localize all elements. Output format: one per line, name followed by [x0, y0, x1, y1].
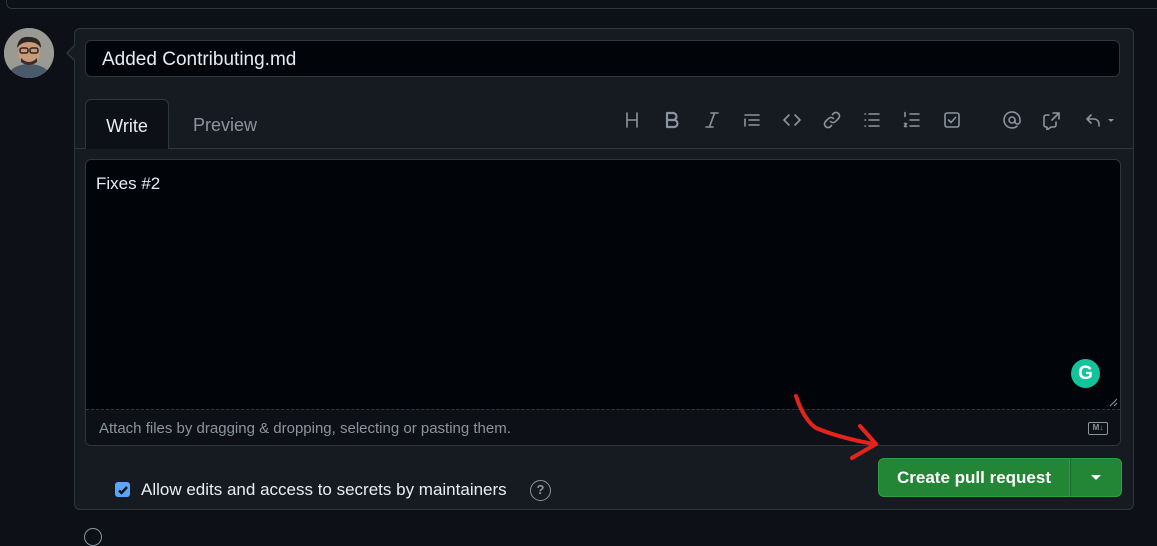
reply-icon[interactable]: [1080, 107, 1118, 133]
italic-icon[interactable]: [699, 107, 725, 133]
unordered-list-icon[interactable]: [859, 107, 885, 133]
code-icon[interactable]: [779, 107, 805, 133]
quote-icon[interactable]: [739, 107, 765, 133]
avatar[interactable]: [4, 28, 54, 78]
ordered-list-icon[interactable]: [899, 107, 925, 133]
title-input[interactable]: Added Contributing.md: [85, 40, 1120, 77]
link-icon[interactable]: [819, 107, 845, 133]
heading-icon[interactable]: [619, 107, 645, 133]
help-icon[interactable]: ?: [530, 480, 551, 501]
attach-files-hint: Attach files by dragging & dropping, sel…: [99, 420, 511, 437]
caret-down-icon: [1091, 475, 1101, 480]
tab-write[interactable]: Write: [85, 99, 169, 149]
editor-content[interactable]: Fixes #2: [96, 174, 160, 194]
grammarly-icon[interactable]: G: [1071, 359, 1100, 388]
bold-icon[interactable]: [659, 107, 685, 133]
attach-files-bar[interactable]: Attach files by dragging & dropping, sel…: [86, 409, 1120, 445]
reference-icon[interactable]: [1039, 107, 1065, 133]
task-list-icon[interactable]: [939, 107, 965, 133]
create-pull-request-button[interactable]: Create pull request: [878, 458, 1070, 497]
create-options-dropdown[interactable]: [1070, 458, 1122, 497]
maintainer-edits-label[interactable]: Allow edits and access to secrets by mai…: [141, 480, 507, 500]
comment-editor[interactable]: Fixes #2 G Attach files by dragging & dr…: [85, 159, 1121, 446]
markdown-icon[interactable]: M↓: [1088, 422, 1108, 435]
red-arrow-annotation: [794, 394, 878, 460]
panel-pointer-inner: [68, 46, 75, 60]
tab-preview[interactable]: Preview: [180, 99, 270, 149]
resize-handle-icon[interactable]: [1109, 398, 1118, 407]
top-strip: [0, 0, 1157, 10]
info-icon: [84, 528, 102, 546]
maintainer-edits-checkbox[interactable]: [115, 482, 130, 497]
mention-icon[interactable]: [999, 107, 1025, 133]
